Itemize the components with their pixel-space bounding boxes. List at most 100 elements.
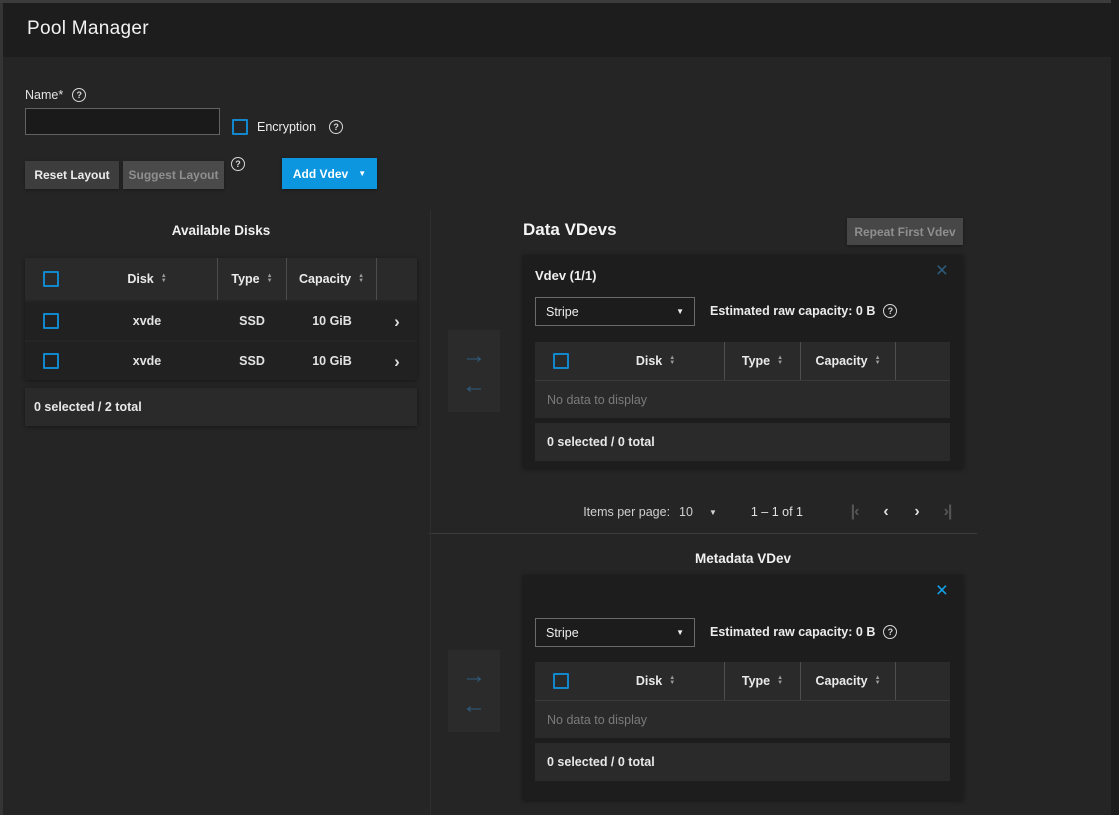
available-disks-title: Available Disks	[25, 223, 417, 238]
select-all-checkbox[interactable]	[43, 271, 59, 287]
encryption-field: Encryption ?	[232, 119, 343, 135]
vdev-table-header: Disk ▲▼ Type ▲▼ Capacity ▲▼	[535, 662, 950, 700]
column-header-disk[interactable]: Disk ▲▼	[587, 662, 724, 700]
vdev-disks-table: Disk ▲▼ Type ▲▼ Capacity ▲▼ No data to d…	[535, 342, 950, 461]
column-header-capacity[interactable]: Capacity ▲▼	[801, 662, 896, 700]
caret-down-icon: ▼	[358, 170, 366, 178]
sort-icon: ▲▼	[777, 356, 783, 366]
type-cell: SSD	[217, 342, 287, 380]
available-disks-footer: 0 selected / 2 total	[25, 388, 417, 426]
estimated-capacity: Estimated raw capacity: 0 B ?	[710, 625, 897, 639]
data-vdevs-title: Data VDevs	[523, 220, 617, 240]
estimated-capacity: Estimated raw capacity: 0 B ?	[710, 304, 897, 318]
column-header-capacity[interactable]: Capacity ▲▼	[287, 258, 377, 300]
select-all-checkbox[interactable]	[553, 353, 569, 369]
capacity-cell: 10 GiB	[287, 302, 377, 340]
items-per-page-value[interactable]: 10	[679, 505, 693, 519]
column-header-expand	[896, 662, 950, 700]
table-row: xvde SSD 10 GiB ›	[25, 302, 417, 340]
column-header-disk[interactable]: Disk ▲▼	[77, 258, 217, 300]
last-page-icon[interactable]: ›|	[932, 503, 963, 521]
page-range-text: 1 – 1 of 1	[751, 505, 803, 519]
row-checkbox[interactable]	[43, 353, 59, 369]
suggest-layout-button[interactable]: Suggest Layout	[123, 161, 224, 189]
section-divider	[429, 533, 977, 534]
name-label: Name*	[25, 88, 63, 102]
table-row: xvde SSD 10 GiB ›	[25, 342, 417, 380]
layout-select-value: Stripe	[546, 305, 579, 319]
sort-icon: ▲▼	[875, 676, 881, 686]
add-vdev-button[interactable]: Add Vdev ▼	[282, 158, 377, 189]
name-help-icon[interactable]: ?	[72, 88, 86, 102]
layout-select[interactable]: Stripe ▼	[535, 297, 695, 326]
data-vdev-card: Vdev (1/1) × Stripe ▼ Estimated raw capa…	[523, 255, 963, 468]
column-header-type[interactable]: Type ▲▼	[724, 342, 801, 380]
capacity-help-icon[interactable]: ?	[883, 625, 897, 639]
column-header-type[interactable]: Type ▲▼	[217, 258, 287, 300]
add-vdev-label: Add Vdev	[293, 167, 348, 181]
available-disks-table: Disk ▲▼ Type ▲▼ Capacity ▲▼ xvde SSD 10 …	[25, 258, 417, 380]
select-all-checkbox[interactable]	[553, 673, 569, 689]
paginator: Items per page: 10 ▼ 1 – 1 of 1 |‹ ‹ › ›…	[523, 497, 963, 527]
chevron-right-icon[interactable]: ›	[394, 313, 400, 330]
sort-icon: ▲▼	[777, 676, 783, 686]
caret-down-icon: ▼	[676, 308, 684, 316]
vdev-title: Vdev (1/1)	[535, 268, 596, 283]
sort-icon: ▲▼	[669, 676, 675, 686]
row-checkbox[interactable]	[43, 313, 59, 329]
caret-down-icon[interactable]: ▼	[709, 508, 717, 517]
arrow-right-icon[interactable]: →	[462, 344, 486, 368]
first-page-icon[interactable]: |‹	[839, 503, 870, 521]
arrow-right-icon[interactable]: →	[462, 664, 486, 688]
sort-icon: ▲▼	[669, 356, 675, 366]
page-title: Pool Manager	[27, 18, 149, 40]
empty-table-message: No data to display	[535, 700, 950, 738]
metadata-vdev-title: Metadata VDev	[523, 551, 963, 566]
column-header-expand	[377, 258, 417, 300]
encryption-label: Encryption	[257, 120, 316, 134]
reset-layout-button[interactable]: Reset Layout	[25, 161, 119, 189]
pool-name-input[interactable]	[25, 108, 220, 135]
arrow-left-icon[interactable]: ←	[462, 694, 486, 718]
sort-icon: ▲▼	[161, 274, 167, 284]
close-vdev-icon[interactable]: ×	[936, 260, 948, 281]
available-disks-header: Disk ▲▼ Type ▲▼ Capacity ▲▼	[25, 258, 417, 300]
column-header-disk[interactable]: Disk ▲▼	[587, 342, 724, 380]
metadata-vdev-card: × Stripe ▼ Estimated raw capacity: 0 B ?…	[523, 575, 963, 800]
name-label-row: Name* ?	[25, 88, 86, 102]
vertical-divider	[430, 210, 431, 815]
app-header: Pool Manager	[3, 3, 1119, 57]
repeat-first-vdev-button[interactable]: Repeat First Vdev	[847, 218, 963, 245]
caret-down-icon: ▼	[676, 629, 684, 637]
empty-table-message: No data to display	[535, 380, 950, 418]
layout-select-value: Stripe	[546, 626, 579, 640]
column-header-expand	[896, 342, 950, 380]
layout-help-icon[interactable]: ?	[231, 157, 245, 171]
transfer-buttons-metadata: → ←	[448, 650, 500, 732]
column-header-type[interactable]: Type ▲▼	[724, 662, 801, 700]
previous-page-icon[interactable]: ‹	[870, 503, 901, 521]
disk-cell: xvde	[77, 302, 217, 340]
sort-icon: ▲▼	[358, 274, 364, 284]
encryption-help-icon[interactable]: ?	[329, 120, 343, 134]
vdev-disks-table: Disk ▲▼ Type ▲▼ Capacity ▲▼ No data to d…	[535, 662, 950, 781]
transfer-buttons-data: → ←	[448, 330, 500, 412]
type-cell: SSD	[217, 302, 287, 340]
sort-icon: ▲▼	[875, 356, 881, 366]
capacity-help-icon[interactable]: ?	[883, 304, 897, 318]
column-header-capacity[interactable]: Capacity ▲▼	[801, 342, 896, 380]
scrollbar[interactable]	[1111, 0, 1119, 815]
close-vdev-icon[interactable]: ×	[936, 580, 948, 601]
vdev-table-footer: 0 selected / 0 total	[535, 423, 950, 461]
layout-select[interactable]: Stripe ▼	[535, 618, 695, 647]
items-per-page-label: Items per page:	[583, 505, 670, 519]
disk-cell: xvde	[77, 342, 217, 380]
encryption-checkbox[interactable]	[232, 119, 248, 135]
next-page-icon[interactable]: ›	[901, 503, 932, 521]
capacity-cell: 10 GiB	[287, 342, 377, 380]
arrow-left-icon[interactable]: ←	[462, 374, 486, 398]
chevron-right-icon[interactable]: ›	[394, 353, 400, 370]
pool-manager-page: Pool Manager Name* ? Encryption ? Reset …	[0, 0, 1119, 815]
vdev-table-footer: 0 selected / 0 total	[535, 743, 950, 781]
vdev-table-header: Disk ▲▼ Type ▲▼ Capacity ▲▼	[535, 342, 950, 380]
